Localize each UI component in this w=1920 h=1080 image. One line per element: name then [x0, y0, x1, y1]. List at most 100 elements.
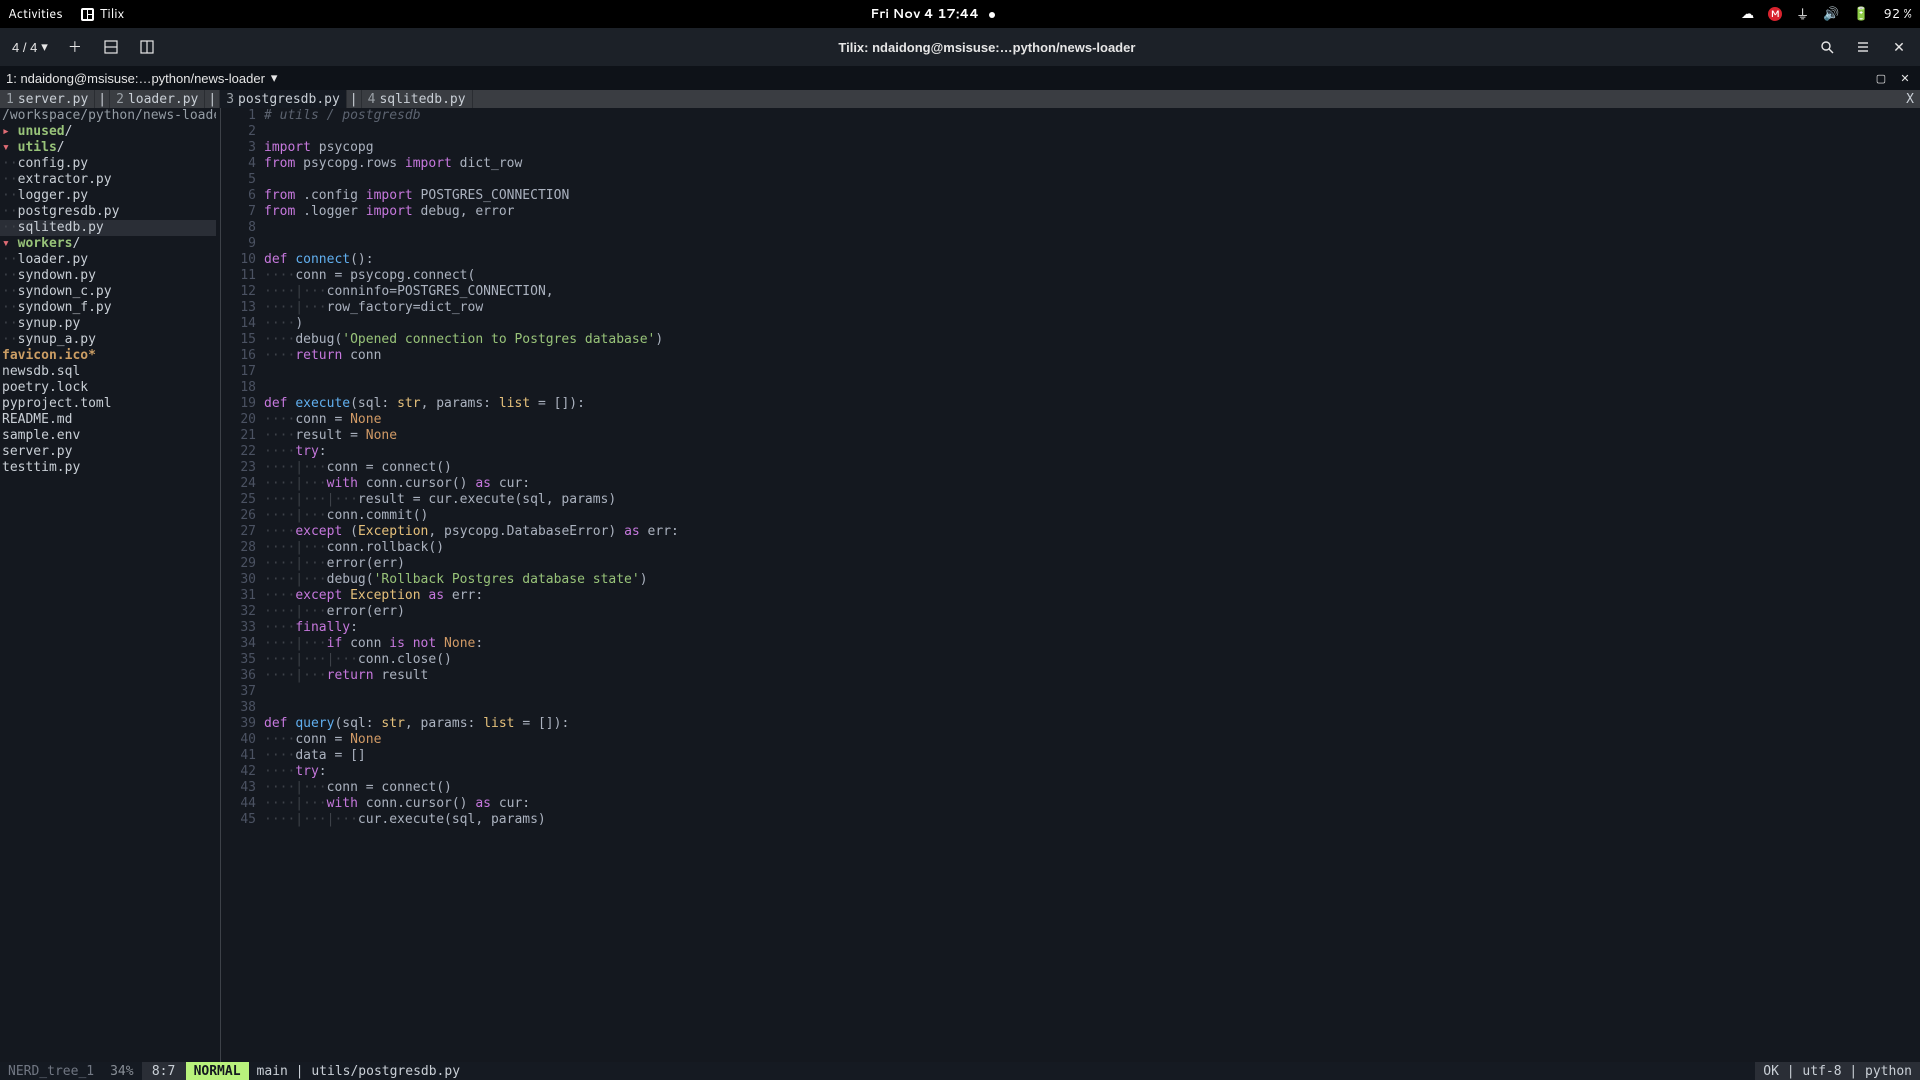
code-line[interactable]: 16····return conn	[224, 348, 1920, 364]
wifi-icon[interactable]: ⏚	[1796, 4, 1809, 24]
editor-pane[interactable]: 1# utils / postgresdb23import psycopg4fr…	[224, 108, 1920, 1062]
code-line[interactable]: 41····data = []	[224, 748, 1920, 764]
code-line[interactable]: 37	[224, 684, 1920, 700]
code-line[interactable]: 35····|···|···conn.close()	[224, 652, 1920, 668]
tree-file-logger-py[interactable]: ··logger.py	[0, 188, 216, 204]
tabline-close-button[interactable]: X	[1900, 90, 1920, 108]
tree-file-README-md[interactable]: README.md	[0, 412, 216, 428]
volume-icon[interactable]: 🔊	[1823, 5, 1839, 23]
tree-file-extractor-py[interactable]: ··extractor.py	[0, 172, 216, 188]
activities-button[interactable]: Activities	[8, 5, 63, 23]
app-menu[interactable]: Tilix	[81, 5, 125, 23]
vim-tab-postgresdb-py[interactable]: 3 postgresdb.py	[220, 90, 347, 108]
code-line[interactable]: 34····|···if conn is not None:	[224, 636, 1920, 652]
code-line[interactable]: 29····|···error(err)	[224, 556, 1920, 572]
tree-dir-utils[interactable]: ▾ utils/	[0, 140, 216, 156]
hamburger-menu-button[interactable]	[1848, 32, 1878, 62]
code-line[interactable]: 17	[224, 364, 1920, 380]
code-line[interactable]: 24····|···with conn.cursor() as cur:	[224, 476, 1920, 492]
tree-file-sqlitedb-py[interactable]: ··sqlitedb.py	[0, 220, 216, 236]
tree-file-server-py[interactable]: server.py	[0, 444, 216, 460]
tree-file-postgresdb-py[interactable]: ··postgresdb.py	[0, 204, 216, 220]
tree-file-loader-py[interactable]: ··loader.py	[0, 252, 216, 268]
session-switcher[interactable]: 4 / 4 ▾	[6, 35, 54, 59]
cloud-icon[interactable]: ☁	[1741, 5, 1754, 23]
terminal-title-chevron-icon[interactable]: ▾	[271, 70, 278, 86]
tree-dir-workers[interactable]: ▾ workers/	[0, 236, 216, 252]
code-line[interactable]: 3import psycopg	[224, 140, 1920, 156]
code-line[interactable]: 28····|···conn.rollback()	[224, 540, 1920, 556]
vim-tab-server-py[interactable]: 1 server.py	[0, 90, 95, 108]
code-line[interactable]: 12····|···conninfo=POSTGRES_CONNECTION,	[224, 284, 1920, 300]
code-line[interactable]: 27····except (Exception, psycopg.Databas…	[224, 524, 1920, 540]
code-line[interactable]: 45····|···|···cur.execute(sql, params)	[224, 812, 1920, 828]
code-line[interactable]: 23····|···conn = connect()	[224, 460, 1920, 476]
code-line[interactable]: 4from psycopg.rows import dict_row	[224, 156, 1920, 172]
code-line[interactable]: 15····debug('Opened connection to Postgr…	[224, 332, 1920, 348]
tree-file-sample-env[interactable]: sample.env	[0, 428, 216, 444]
code-line[interactable]: 1# utils / postgresdb	[224, 108, 1920, 124]
code-line[interactable]: 8	[224, 220, 1920, 236]
code-line[interactable]: 13····|···row_factory=dict_row	[224, 300, 1920, 316]
code-line[interactable]: 40····conn = None	[224, 732, 1920, 748]
code-line[interactable]: 11····conn = psycopg.connect(	[224, 268, 1920, 284]
line-number: 10	[224, 252, 264, 268]
code-content: from psycopg.rows import dict_row	[264, 156, 522, 172]
code-line[interactable]: 39def query(sql: str, params: list = [])…	[224, 716, 1920, 732]
tree-file-poetry-lock[interactable]: poetry.lock	[0, 380, 216, 396]
code-line[interactable]: 36····|···return result	[224, 668, 1920, 684]
code-line[interactable]: 21····result = None	[224, 428, 1920, 444]
code-line[interactable]: 25····|···|···result = cur.execute(sql, …	[224, 492, 1920, 508]
maximize-pane-button[interactable]: ▢	[1872, 69, 1890, 87]
split-right-button[interactable]	[132, 32, 162, 62]
tree-file-syndown-f-py[interactable]: ··syndown_f.py	[0, 300, 216, 316]
code-line[interactable]: 18	[224, 380, 1920, 396]
code-line[interactable]: 30····|···debug('Rollback Postgres datab…	[224, 572, 1920, 588]
tree-file-syndown-c-py[interactable]: ··syndown_c.py	[0, 284, 216, 300]
code-line[interactable]: 19def execute(sql: str, params: list = […	[224, 396, 1920, 412]
code-line[interactable]: 7from .logger import debug, error	[224, 204, 1920, 220]
code-line[interactable]: 31····except Exception as err:	[224, 588, 1920, 604]
code-line[interactable]: 38	[224, 700, 1920, 716]
terminal-title-label[interactable]: 1: ndaidong@msisuse:…python/news-loader	[6, 71, 265, 86]
mega-sync-icon[interactable]: M	[1768, 7, 1782, 21]
clock[interactable]: Fri Nov 4 17:44	[124, 5, 1741, 23]
close-pane-button[interactable]: ✕	[1896, 69, 1914, 87]
code-line[interactable]: 22····try:	[224, 444, 1920, 460]
code-line[interactable]: 32····|···error(err)	[224, 604, 1920, 620]
code-line[interactable]: 20····conn = None	[224, 412, 1920, 428]
tree-file-testtim-py[interactable]: testtim.py	[0, 460, 216, 476]
line-number: 33	[224, 620, 264, 636]
vim-tab-loader-py[interactable]: 2 loader.py	[110, 90, 205, 108]
battery-icon[interactable]: 🔋	[1853, 5, 1869, 23]
tree-file-favicon-ico-[interactable]: favicon.ico*	[0, 348, 216, 364]
close-window-button[interactable]: ✕	[1884, 32, 1914, 62]
split-divider[interactable]	[216, 108, 224, 1062]
tree-file-syndown-py[interactable]: ··syndown.py	[0, 268, 216, 284]
code-line[interactable]: 42····try:	[224, 764, 1920, 780]
split-down-button[interactable]	[96, 32, 126, 62]
code-line[interactable]: 6from .config import POSTGRES_CONNECTION	[224, 188, 1920, 204]
code-line[interactable]: 43····|···conn = connect()	[224, 780, 1920, 796]
code-line[interactable]: 26····|···conn.commit()	[224, 508, 1920, 524]
code-line[interactable]: 10def connect():	[224, 252, 1920, 268]
code-line[interactable]: 44····|···with conn.cursor() as cur:	[224, 796, 1920, 812]
tree-file-synup-py[interactable]: ··synup.py	[0, 316, 216, 332]
code-line[interactable]: 14····)	[224, 316, 1920, 332]
tree-file-config-py[interactable]: ··config.py	[0, 156, 216, 172]
status-tree-label: NERD_tree_1	[0, 1062, 102, 1080]
line-number: 12	[224, 284, 264, 300]
code-line[interactable]: 5	[224, 172, 1920, 188]
tree-file-newsdb-sql[interactable]: newsdb.sql	[0, 364, 216, 380]
tree-file-synup-a-py[interactable]: ··synup_a.py	[0, 332, 216, 348]
nerdtree-panel[interactable]: /workspace/python/news-loader/ ▸ unused/…	[0, 108, 216, 1062]
new-session-button[interactable]: ＋	[60, 32, 90, 62]
code-line[interactable]: 33····finally:	[224, 620, 1920, 636]
search-button[interactable]	[1812, 32, 1842, 62]
line-number: 27	[224, 524, 264, 540]
tree-dir-unused[interactable]: ▸ unused/	[0, 124, 216, 140]
code-line[interactable]: 2	[224, 124, 1920, 140]
tree-file-pyproject-toml[interactable]: pyproject.toml	[0, 396, 216, 412]
code-line[interactable]: 9	[224, 236, 1920, 252]
vim-tab-sqlitedb-py[interactable]: 4 sqlitedb.py	[362, 90, 473, 108]
